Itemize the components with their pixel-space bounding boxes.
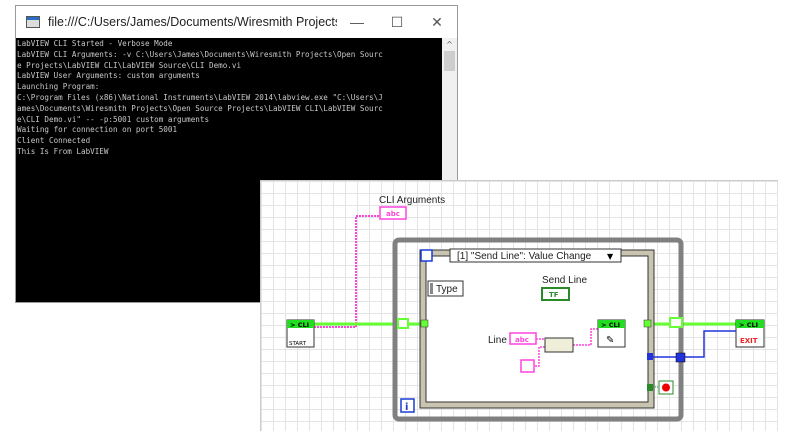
maximize-button[interactable]: ☐ [377,14,417,31]
console-line: LabVIEW CLI Arguments: -v C:\Users\James… [17,49,383,59]
title-bar: file:///C:/Users/James/Documents/Wiresmi… [16,6,457,38]
event-timeout-icon [420,249,433,262]
scrollbar-thumb[interactable] [444,51,455,71]
console-line: Client Connected [17,136,91,146]
console-line: Launching Program: [17,82,100,92]
console-line: e\CLI Demo.vi" -- -p:5001 custom argumen… [17,114,210,124]
string-wire [314,215,380,328]
type-label: Type [436,284,458,295]
console-app-icon [26,16,40,28]
close-button[interactable]: ✕ [417,14,457,31]
console-line: ames\Documents\Wiresmith Projects\Open S… [17,103,383,113]
start-label: START [289,341,307,347]
string-glyph: abc [515,336,529,344]
console-line: LabVIEW User Arguments: custom arguments [17,71,200,81]
console-lines: LabVIEW CLI Started - Verbose Mode LabVIE… [17,39,441,158]
bool-glyph: TF [549,291,559,299]
cli-node-label: > CLI [290,321,309,329]
iteration-label: i [405,402,408,413]
dropdown-arrow-icon[interactable]: ▼ [607,252,614,261]
window-title: file:///C:/Users/James/Documents/Wiresmi… [48,15,337,29]
line-label: Line [488,335,507,346]
minimize-button[interactable]: — [337,14,377,30]
pencil-icon: ✎ [606,335,614,346]
error-tunnel [675,352,686,363]
console-line: C:\Program Files (x86)\National Instrume… [17,92,383,102]
eol-constant[interactable] [520,359,535,373]
shift-register-right [669,317,683,328]
console-line: LabVIEW CLI Started - Verbose Mode [17,39,173,48]
block-diagram: [1] "Send Line": Value Change ▼ CLI Argu… [260,180,778,431]
stop-icon [662,383,670,392]
error-wire [651,330,736,358]
string-glyph: abc [386,210,400,218]
event-case-label: [1] "Send Line": Value Change [457,251,592,262]
shift-register-left [397,318,409,329]
send-line-label: Send Line [542,275,587,286]
scroll-up-icon[interactable]: ^ [442,38,457,51]
console-line: Waiting for connection on port 5001 [17,125,178,135]
cli-arguments-label: CLI Arguments [379,195,445,206]
cli-node-label: > CLI [739,321,758,329]
cli-node-label: > CLI [601,321,620,329]
console-line: This Is From LabVIEW [17,146,109,156]
exit-label: EXIT [740,337,758,345]
console-line: e Projects\LabVIEW CLI\LabVIEW Source\CL… [17,60,242,70]
concatenate-strings-function[interactable] [544,337,574,353]
